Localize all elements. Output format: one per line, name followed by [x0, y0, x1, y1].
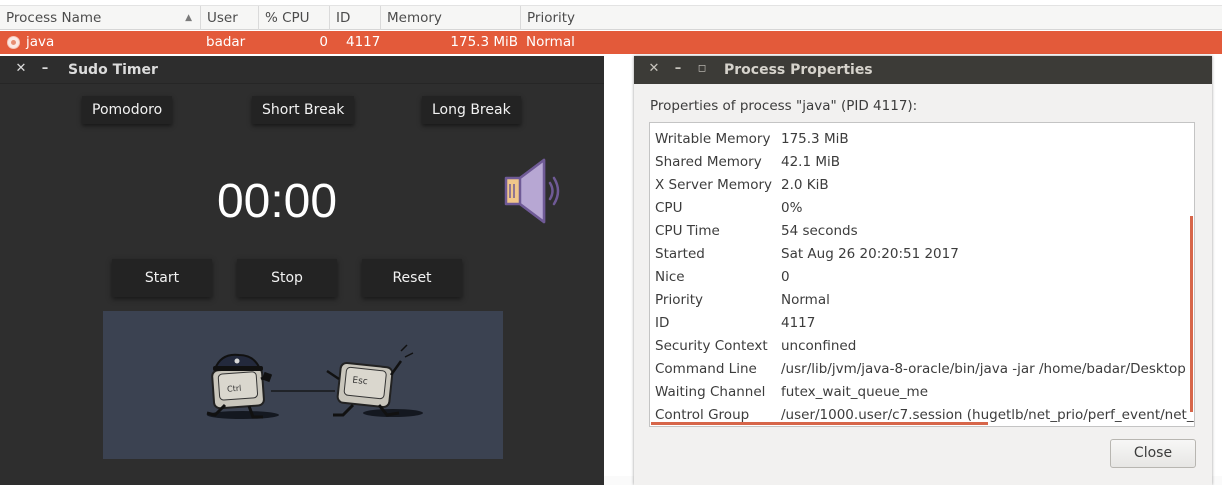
long-break-button[interactable]: Long Break — [422, 96, 521, 124]
process-row-selected[interactable]: java badar 0 4117 175.3 MiB Normal — [0, 31, 1222, 54]
close-window-icon[interactable]: ✕ — [646, 60, 662, 78]
timer-display: 00:00 — [216, 175, 338, 228]
memory-cell: 175.3 MiB — [450, 34, 518, 50]
user-cell: badar — [206, 34, 246, 50]
properties-list[interactable]: Writable Memory 175.3 MiB Shared Memory … — [649, 122, 1195, 427]
close-button[interactable]: Close — [1110, 439, 1196, 468]
start-button[interactable]: Start — [112, 259, 212, 297]
column-cpu[interactable]: % CPU — [259, 6, 330, 30]
sudo-timer-window: ✕ – Sudo Timer Pomodoro Short Break Long… — [0, 56, 604, 485]
reset-button[interactable]: Reset — [362, 259, 462, 297]
priority-cell: Normal — [526, 34, 575, 50]
minimize-window-icon[interactable]: – — [670, 60, 686, 78]
column-user[interactable]: User — [201, 6, 259, 30]
vertical-scrollbar[interactable] — [1190, 216, 1193, 412]
ctrl-keycap-label: Ctrl — [227, 384, 242, 394]
id-cell: 4117 — [346, 34, 381, 50]
speaker-volume-icon[interactable] — [500, 156, 566, 226]
horizontal-scrollbar[interactable] — [651, 422, 988, 425]
esc-keycap-label: Esc — [352, 376, 368, 388]
column-memory[interactable]: Memory — [381, 6, 521, 30]
column-id[interactable]: ID — [330, 6, 381, 30]
close-window-icon[interactable]: ✕ — [13, 60, 29, 78]
window-title: Sudo Timer — [68, 62, 158, 78]
column-priority[interactable]: Priority — [521, 6, 1222, 30]
minimize-window-icon[interactable]: – — [37, 60, 53, 78]
process-table-header: Process Name ▲ User % CPU ID Memory Prio… — [0, 5, 1222, 30]
column-process-name[interactable]: Process Name ▲ — [0, 6, 201, 30]
cpu-cell: 0 — [319, 34, 328, 50]
dialog-titlebar: ✕ – ◻ Process Properties — [634, 56, 1212, 84]
process-name-cell: java — [26, 34, 55, 50]
java-app-icon — [7, 36, 20, 49]
maximize-window-icon[interactable]: ◻ — [694, 60, 710, 78]
sort-ascending-icon: ▲ — [185, 13, 192, 23]
dialog-title: Process Properties — [724, 62, 873, 78]
stop-button[interactable]: Stop — [237, 259, 337, 297]
timer-titlebar: ✕ – Sudo Timer — [0, 56, 604, 84]
process-properties-dialog: ✕ – ◻ Process Properties Properties of p… — [634, 56, 1212, 485]
pomodoro-button[interactable]: Pomodoro — [82, 96, 173, 124]
short-break-button[interactable]: Short Break — [252, 96, 355, 124]
properties-heading: Properties of process "java" (PID 4117): — [650, 98, 918, 114]
ctrl-chasing-esc-illustration: Ctrl Esc — [103, 311, 503, 459]
